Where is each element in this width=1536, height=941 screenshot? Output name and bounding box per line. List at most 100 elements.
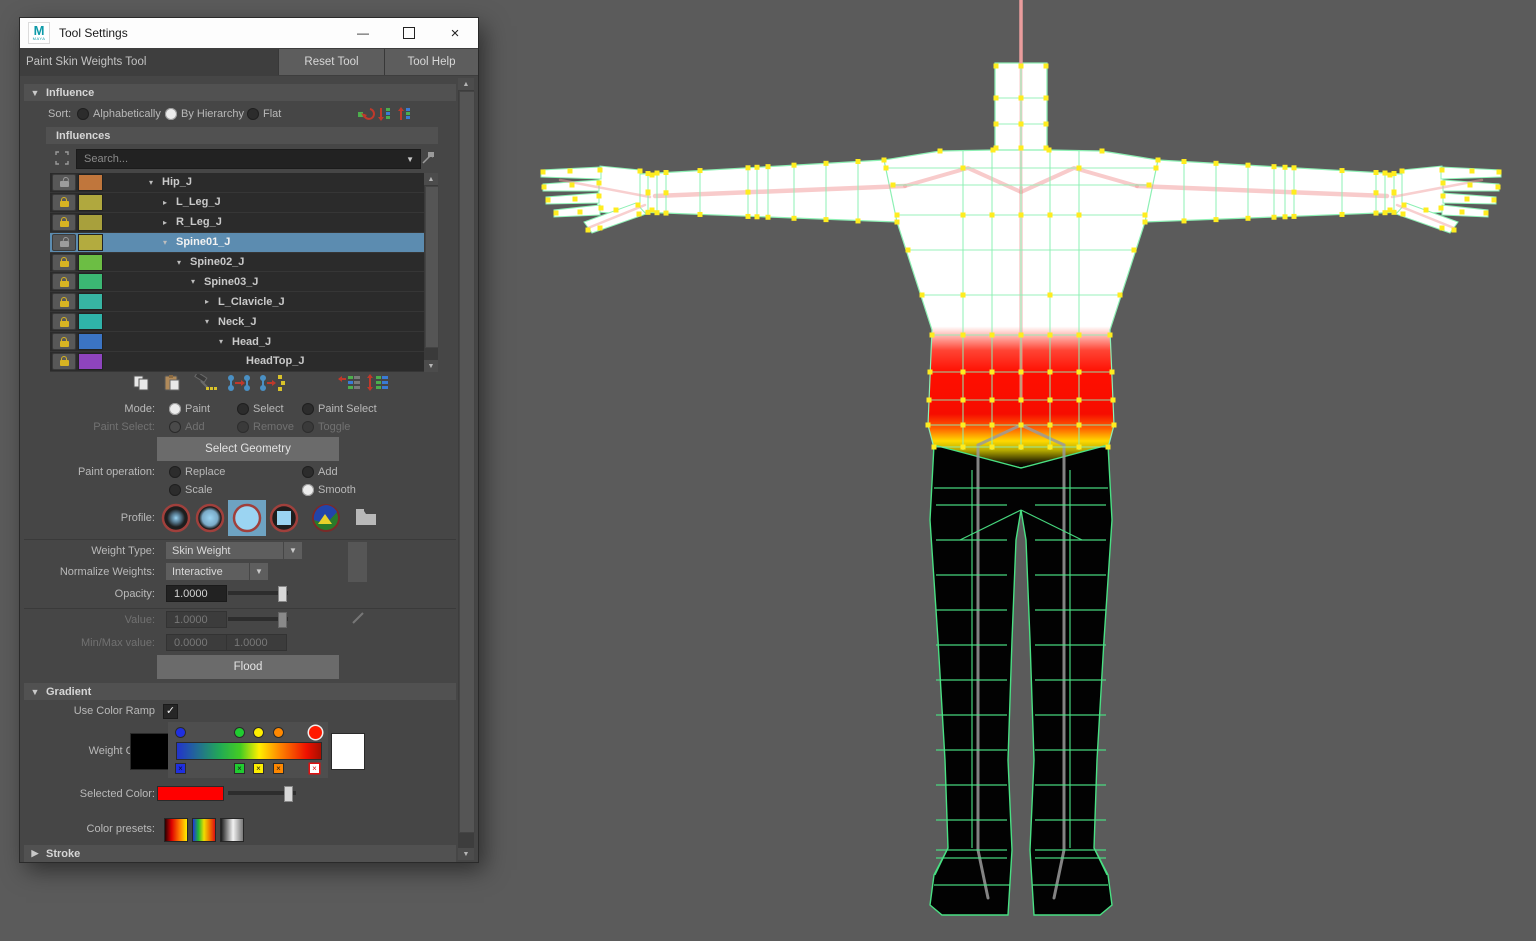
minimize-button[interactable]: — xyxy=(340,18,386,48)
color-ramp-widget[interactable]: × × × × × xyxy=(168,722,328,778)
influence-row-spine01[interactable]: ▾Spine01_J xyxy=(50,233,438,253)
lock-toggle[interactable] xyxy=(52,214,76,231)
joint-color-swatch[interactable] xyxy=(78,194,103,211)
show-selected-influences-icon[interactable] xyxy=(338,374,362,392)
ramp-handle-red-selected[interactable] xyxy=(309,726,322,739)
lock-toggle[interactable] xyxy=(52,254,76,271)
expand-arrow-icon[interactable]: ▾ xyxy=(205,317,218,326)
sort-flat-radio[interactable] xyxy=(247,108,259,120)
paint-op-add-radio[interactable] xyxy=(302,466,314,478)
brush-profile-image[interactable] xyxy=(310,502,342,534)
brush-profile-square[interactable] xyxy=(268,502,300,534)
weight-color-black-swatch[interactable] xyxy=(130,733,169,770)
joint-color-swatch[interactable] xyxy=(78,254,103,271)
ramp-handle-green[interactable] xyxy=(235,728,244,737)
opacity-field[interactable]: 1.0000 xyxy=(166,585,227,602)
move-influence-down-icon[interactable] xyxy=(376,106,396,122)
copy-weights-icon[interactable] xyxy=(131,374,157,392)
ramp-delete-green[interactable]: × xyxy=(235,764,244,773)
influence-row-l-leg[interactable]: ▸L_Leg_J xyxy=(50,193,438,213)
lock-toggle[interactable] xyxy=(52,174,76,191)
paint-op-replace-radio[interactable] xyxy=(169,466,181,478)
ramp-delete-red-selected[interactable]: × xyxy=(310,764,319,773)
influence-row-r-leg[interactable]: ▸R_Leg_J xyxy=(50,213,438,233)
sort-by-hierarchy-radio[interactable] xyxy=(165,108,177,120)
title-bar[interactable]: MMAYA Tool Settings — × xyxy=(20,18,478,48)
selected-color-slider-handle[interactable] xyxy=(284,786,293,802)
sort-alphabetically-radio[interactable] xyxy=(77,108,89,120)
brush-profile-gaussian[interactable] xyxy=(160,502,192,534)
expand-arrow-icon[interactable]: ▾ xyxy=(177,258,190,267)
weight-type-dropdown[interactable]: Skin Weight ▼ xyxy=(166,542,302,559)
lock-toggle[interactable] xyxy=(52,313,76,330)
sort-influences-icon[interactable] xyxy=(366,374,390,392)
influence-search-field[interactable]: Search... ▼ xyxy=(76,149,421,169)
joint-color-swatch[interactable] xyxy=(78,214,103,231)
paint-op-smooth-radio[interactable] xyxy=(302,484,314,496)
ramp-handle-orange[interactable] xyxy=(274,728,283,737)
joint-color-swatch[interactable] xyxy=(78,293,103,310)
expand-arrow-icon[interactable]: ▾ xyxy=(219,337,232,346)
use-color-ramp-checkbox[interactable]: ✓ xyxy=(163,704,178,719)
ramp-handle-yellow[interactable] xyxy=(254,728,263,737)
brush-profile-soft[interactable] xyxy=(194,502,226,534)
paste-weights-icon[interactable] xyxy=(161,374,189,392)
paint-op-scale-radio[interactable] xyxy=(169,484,181,496)
opacity-slider[interactable] xyxy=(228,586,288,600)
tool-help-button[interactable]: Tool Help xyxy=(384,49,478,75)
move-weights-icon[interactable] xyxy=(225,374,255,392)
influence-row-headtop[interactable]: HeadTop_J xyxy=(50,352,438,372)
weight-color-white-swatch[interactable] xyxy=(331,733,365,770)
opacity-slider-handle[interactable] xyxy=(278,586,287,602)
influence-row-l-clavicle[interactable]: ▸L_Clavicle_J xyxy=(50,292,438,312)
color-ramp-bar[interactable] xyxy=(176,742,322,760)
move-weights-to-vertices-icon[interactable] xyxy=(257,374,287,392)
stroke-section-header[interactable]: ▶ Stroke xyxy=(24,845,456,862)
joint-color-swatch[interactable] xyxy=(78,353,103,370)
expand-arrow-icon[interactable]: ▾ xyxy=(149,178,162,187)
joint-color-swatch[interactable] xyxy=(78,174,103,191)
mode-paint-radio[interactable] xyxy=(169,403,181,415)
scroll-down-icon[interactable]: ▼ xyxy=(424,360,438,372)
joint-color-swatch[interactable] xyxy=(78,234,103,251)
search-dropdown-arrow-icon[interactable]: ▼ xyxy=(406,155,414,164)
mode-paint-select-radio[interactable] xyxy=(302,403,314,415)
lock-toggle[interactable] xyxy=(52,293,76,310)
lock-toggle[interactable] xyxy=(52,194,76,211)
lock-toggle[interactable] xyxy=(52,234,76,251)
expand-arrow-icon[interactable]: ▾ xyxy=(163,238,176,247)
browse-brush-folder-icon[interactable] xyxy=(354,506,380,528)
normalize-weights-dropdown[interactable]: Interactive ▼ xyxy=(166,563,268,580)
lock-toggle[interactable] xyxy=(52,273,76,290)
influence-row-spine03[interactable]: ▾Spine03_J xyxy=(50,272,438,292)
brush-profile-solid-selected[interactable] xyxy=(228,500,266,536)
preset-rainbow-gradient[interactable] xyxy=(192,818,216,842)
lock-toggle[interactable] xyxy=(52,333,76,350)
expand-arrow-icon[interactable]: ▾ xyxy=(191,277,204,286)
select-geometry-button[interactable]: Select Geometry xyxy=(157,437,339,461)
scroll-up-icon[interactable]: ▲ xyxy=(424,173,438,185)
joint-color-swatch[interactable] xyxy=(78,333,103,350)
joint-color-swatch[interactable] xyxy=(78,313,103,330)
maximize-button[interactable] xyxy=(386,18,432,48)
joint-color-swatch[interactable] xyxy=(78,273,103,290)
settings-scroll-thumb[interactable] xyxy=(459,91,475,833)
selected-color-swatch[interactable] xyxy=(157,786,224,801)
influence-row-neck[interactable]: ▾Neck_J xyxy=(50,312,438,332)
reset-tool-button[interactable]: Reset Tool xyxy=(278,49,384,75)
scroll-up-icon[interactable]: ▲ xyxy=(458,78,474,90)
preset-hot-gradient[interactable] xyxy=(164,818,188,842)
influence-row-hip[interactable]: ▾Hip_J xyxy=(50,173,438,193)
mode-select-radio[interactable] xyxy=(237,403,249,415)
ramp-handle-blue[interactable] xyxy=(176,728,185,737)
hammer-weights-icon[interactable] xyxy=(193,374,221,392)
flood-button[interactable]: Flood xyxy=(157,655,339,679)
lock-toggle[interactable] xyxy=(52,353,76,370)
close-button[interactable]: × xyxy=(432,18,478,48)
move-influence-up-icon[interactable] xyxy=(396,106,416,122)
tree-scroll-thumb[interactable] xyxy=(425,186,439,348)
influence-row-head[interactable]: ▾Head_J xyxy=(50,332,438,352)
expand-arrow-icon[interactable]: ▸ xyxy=(205,297,218,306)
selected-color-slider[interactable] xyxy=(228,786,296,800)
refresh-influences-icon[interactable] xyxy=(356,106,376,122)
